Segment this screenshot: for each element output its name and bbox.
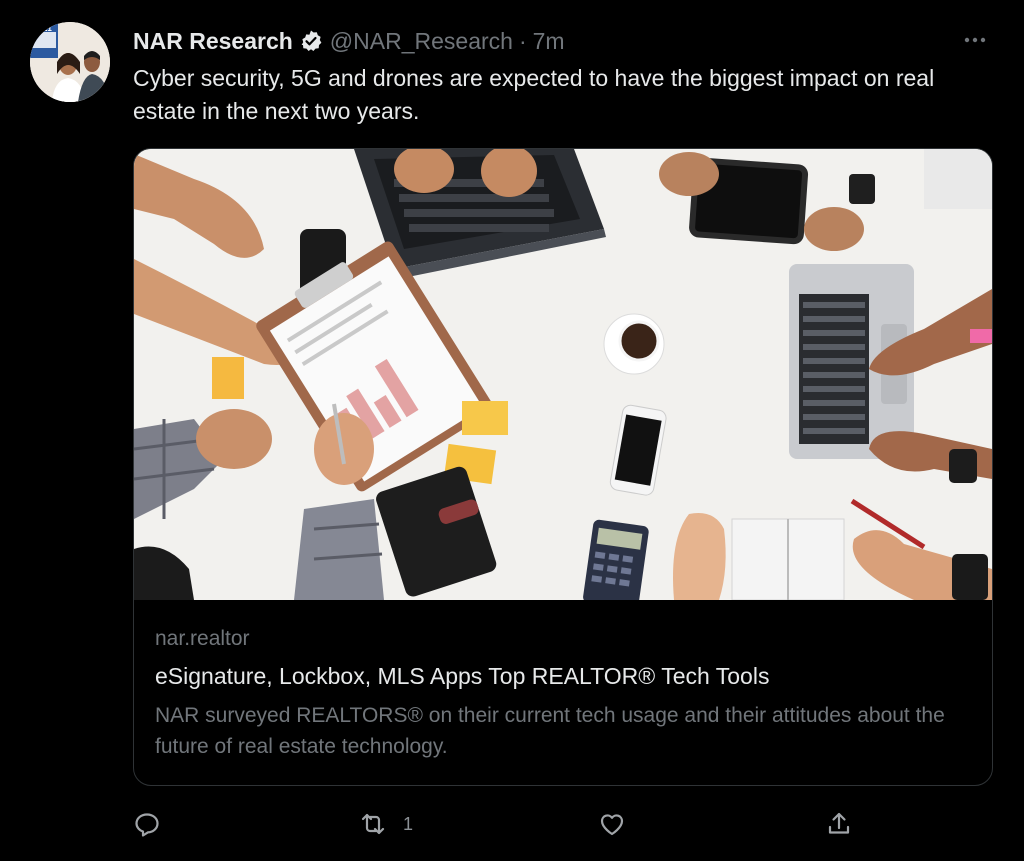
card-image[interactable]: [134, 149, 992, 610]
retweet-icon: [361, 813, 385, 835]
like-button[interactable]: [598, 806, 626, 842]
tweet[interactable]: 2021 NAR Research @NAR_Research · 7m Cyb…: [0, 0, 1024, 861]
tweet-header: NAR Research @NAR_Research · 7m: [133, 26, 565, 56]
tweet-timestamp[interactable]: 7m: [533, 28, 565, 55]
share-button[interactable]: [825, 806, 853, 842]
share-icon: [828, 812, 850, 834]
author-name[interactable]: NAR Research: [133, 28, 293, 55]
more-icon[interactable]: [960, 28, 990, 52]
avatar-badge-text: 2021: [34, 24, 52, 33]
link-card[interactable]: nar.realtor eSignature, Lockbox, MLS App…: [133, 148, 993, 786]
tweet-actions: 1: [133, 806, 853, 842]
verified-badge-icon: [299, 29, 323, 53]
card-title: eSignature, Lockbox, MLS Apps Top REALTO…: [155, 663, 770, 689]
card-description: NAR surveyed REALTORS® on their current …: [155, 704, 945, 758]
retweet-count: 1: [403, 813, 414, 834]
reply-icon: [135, 813, 159, 837]
avatar[interactable]: 2021: [30, 22, 110, 102]
retweet-button[interactable]: 1: [359, 806, 413, 842]
card-domain: nar.realtor: [155, 627, 250, 650]
avatar-image: 2021: [30, 22, 110, 102]
separator-dot: ·: [518, 27, 527, 54]
author-handle[interactable]: @NAR_Research: [330, 28, 513, 55]
like-icon: [600, 814, 624, 836]
reply-button[interactable]: [133, 806, 161, 842]
tweet-text: Cyber security, 5G and drones are expect…: [133, 65, 935, 124]
